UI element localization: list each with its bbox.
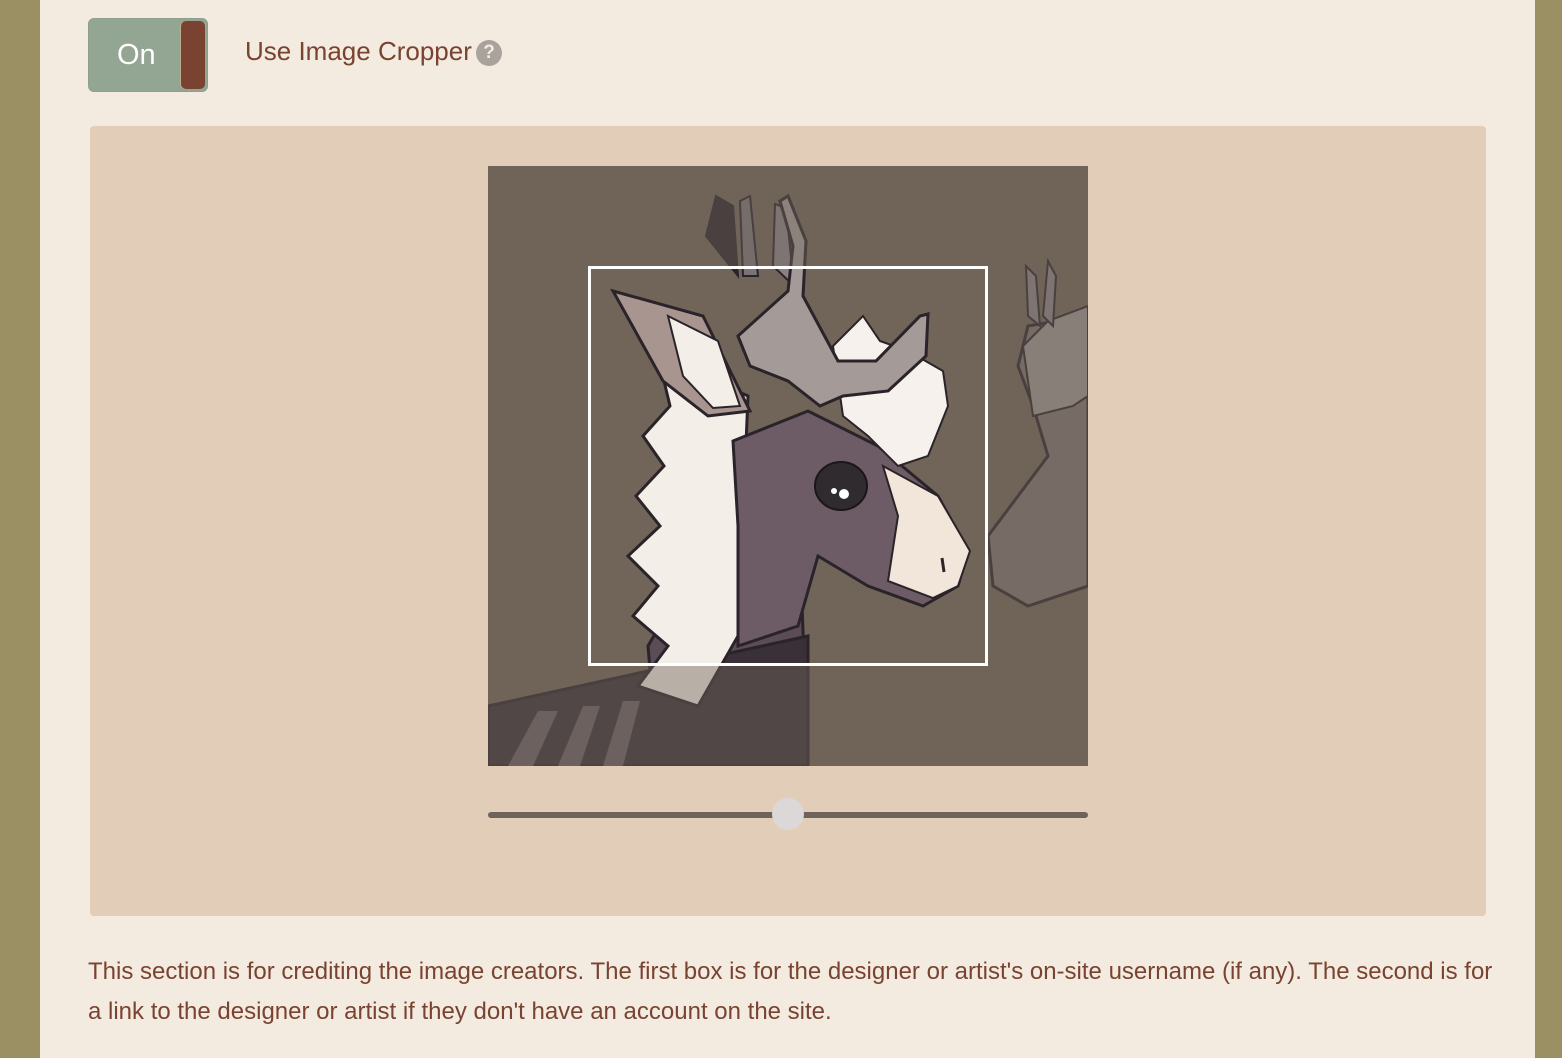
crop-selection-box[interactable] — [588, 266, 988, 666]
zoom-slider[interactable] — [488, 798, 1088, 830]
cropper-image[interactable] — [488, 166, 1088, 766]
toggle-knob[interactable] — [181, 21, 205, 89]
use-image-cropper-label: Use Image Cropper — [245, 36, 472, 66]
toggle-state-label: On — [117, 39, 156, 71]
image-cropper-toggle[interactable]: On — [88, 18, 208, 92]
image-cropper-area — [90, 126, 1486, 916]
question-circle-icon[interactable]: ? — [476, 40, 502, 66]
credits-description: This section is for crediting the image … — [88, 958, 1493, 1025]
zoom-slider-handle[interactable] — [772, 798, 804, 830]
